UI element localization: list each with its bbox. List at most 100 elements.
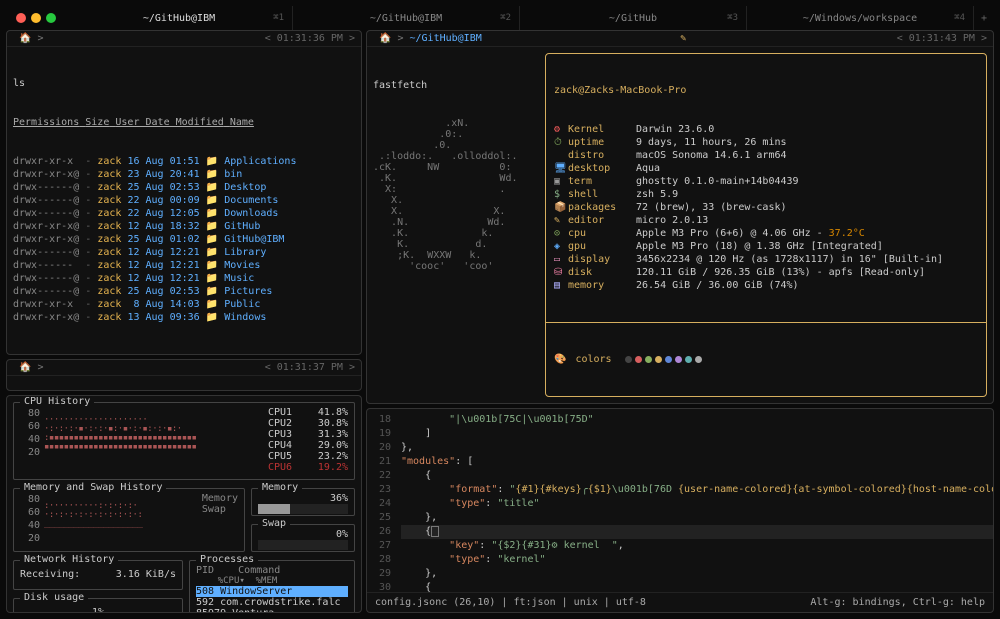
- editor-line[interactable]: 29 },: [367, 567, 993, 581]
- pane-time: < 01:31:43 PM >: [897, 33, 987, 44]
- zoom-icon[interactable]: [46, 13, 56, 23]
- pane-prompt[interactable]: 🏠 > < 01:31:37 PM >: [6, 359, 362, 391]
- color-swatch: [625, 356, 632, 363]
- editor-line[interactable]: 24 "type": "title": [367, 497, 993, 511]
- minimize-icon[interactable]: [31, 13, 41, 23]
- close-icon[interactable]: [16, 13, 26, 23]
- list-item[interactable]: drwxr-xr-x@ - zack 13 Aug 09:36 📁 Window…: [13, 311, 355, 324]
- sysinfo-box: zack@Zacks-MacBook-Pro ⚙KernelDarwin 23.…: [545, 53, 987, 397]
- sysinfo-row: distromacOS Sonoma 14.6.1 arm64: [554, 149, 978, 162]
- list-item[interactable]: drwxr-xr-x@ - zack 23 Aug 20:41 📁 bin: [13, 168, 355, 181]
- home-icon: 🏠: [19, 362, 31, 373]
- cwd-path: ~/GitHub@IBM: [410, 33, 482, 44]
- editor-line[interactable]: 21"modules": [: [367, 455, 993, 469]
- pane-monitor[interactable]: CPU History 80 60 40 20 ················…: [6, 395, 362, 613]
- sysinfo-row: ▤memory26.54 GiB / 36.00 GiB (74%): [554, 279, 978, 292]
- sysinfo-row: 📦packages72 (brew), 33 (brew-cask): [554, 201, 978, 214]
- cpu-item: CPU619.2%: [268, 462, 348, 473]
- network-value: 3.16 KiB/s: [116, 569, 176, 580]
- color-swatch: [655, 356, 662, 363]
- pane-time: < 01:31:36 PM >: [265, 33, 355, 44]
- command-text: ls: [13, 77, 355, 90]
- cpu-item: CPU141.8%: [268, 407, 348, 418]
- window-controls: [6, 13, 66, 23]
- memory-pct: 36%: [330, 493, 348, 504]
- network-label: Receiving:: [20, 569, 80, 580]
- cpu-item: CPU230.8%: [268, 418, 348, 429]
- panel-title: Memory and Swap History: [20, 482, 166, 493]
- editor-line[interactable]: 25 },: [367, 511, 993, 525]
- ls-header: Permissions Size User Date Modified Name: [13, 116, 355, 129]
- list-item[interactable]: drwx------@ - zack 12 Aug 12:21 📁 Music: [13, 272, 355, 285]
- pane-time: < 01:31:37 PM >: [265, 362, 355, 373]
- sysinfo-row: ⛁disk120.11 GiB / 926.35 GiB (13%) - apf…: [554, 266, 978, 279]
- sysinfo-row: ▣termghostty 0.1.0-main+14b04439: [554, 175, 978, 188]
- list-item[interactable]: drwxr-xr-x - zack 16 Aug 01:51 📁 Applica…: [13, 155, 355, 168]
- panel-title: Swap: [258, 518, 290, 529]
- editor-line[interactable]: 22 {: [367, 469, 993, 483]
- cpu-item: CPU331.3%: [268, 429, 348, 440]
- sysinfo-row: ⊙cpuApple M3 Pro (6+6) @ 4.06 GHz - 37.2…: [554, 227, 978, 240]
- sysinfo-row: ⚙KernelDarwin 23.6.0: [554, 123, 978, 136]
- home-icon: 🏠: [19, 33, 31, 44]
- sysinfo-row: $shellzsh 5.9: [554, 188, 978, 201]
- sysinfo-row: ⏱uptime9 days, 11 hours, 26 mins: [554, 136, 978, 149]
- pane-ls[interactable]: 🏠 > < 01:31:36 PM > ls Permissions Size …: [6, 30, 362, 355]
- color-swatch: [645, 356, 652, 363]
- sysinfo-row: ◈gpuApple M3 Pro (18) @ 1.38 GHz [Integr…: [554, 240, 978, 253]
- cpu-item: CPU523.2%: [268, 451, 348, 462]
- color-swatch: [675, 356, 682, 363]
- pane-fastfetch[interactable]: 🏠 > ~/GitHub@IBM ✎ < 01:31:43 PM > fastf…: [366, 30, 994, 404]
- list-item[interactable]: drwx------@ - zack 25 Aug 02:53 📁 Deskto…: [13, 181, 355, 194]
- list-item[interactable]: drwx------@ - zack 22 Aug 00:09 📁 Docume…: [13, 194, 355, 207]
- home-icon: 🏠: [379, 33, 391, 44]
- command-text: fastfetch: [373, 79, 533, 92]
- table-row[interactable]: 592 com.crowdstrike.falc: [196, 597, 348, 608]
- mem-graph: :··········:·:·:·:··:·:·:·:·:·:·:·:·:·:_…: [44, 493, 198, 547]
- editor-line[interactable]: 23 "format": "{#1}{#keys}╭{$1}\u001b[76D…: [367, 483, 993, 497]
- sysinfo-row: ✎editormicro 2.0.13: [554, 214, 978, 227]
- list-item[interactable]: drwx------@ - zack 22 Aug 12:05 📁 Downlo…: [13, 207, 355, 220]
- editor-status-bar: config.jsonc (26,10) | ft:json | unix | …: [367, 592, 993, 612]
- color-swatch: [685, 356, 692, 363]
- table-row[interactable]: 508 WindowServer: [196, 586, 348, 597]
- colors-label: colors: [575, 353, 611, 366]
- pane-editor[interactable]: 18 "|\u001b[75C|\u001b[75D"19 ]20},21"mo…: [366, 408, 994, 613]
- list-item[interactable]: drwx------ - zack 12 Aug 12:21 📁 Movies: [13, 259, 355, 272]
- panel-title: Disk usage: [20, 592, 88, 603]
- status-left: config.jsonc (26,10) | ft:json | unix | …: [375, 597, 646, 608]
- color-swatch: [635, 356, 642, 363]
- panel-title: Processes: [196, 554, 258, 565]
- list-item[interactable]: drwxr-xr-x@ - zack 25 Aug 01:02 📁 GitHub…: [13, 233, 355, 246]
- panel-title: CPU History: [20, 396, 94, 407]
- editor-line[interactable]: 20},: [367, 441, 993, 455]
- editor-line[interactable]: 19 ]: [367, 427, 993, 441]
- sysinfo-row: 🖥desktopAqua: [554, 162, 978, 175]
- editor-line[interactable]: 27 "key": "{$2}{#31}⚙ kernel ",: [367, 539, 993, 553]
- ascii-logo: .xN. .0:. .0. .:loddo:. .olloddol:. .cK.…: [373, 118, 533, 272]
- tab[interactable]: ~/GitHub⌘3: [520, 6, 747, 30]
- tab[interactable]: ~/GitHub@IBM⌘2: [293, 6, 520, 30]
- editor-line[interactable]: 18 "|\u001b[75C|\u001b[75D": [367, 413, 993, 427]
- list-item[interactable]: drwxr-xr-x - zack 8 Aug 14:03 📁 Public: [13, 298, 355, 311]
- swap-pct: 0%: [336, 529, 348, 540]
- status-right: Alt-g: bindings, Ctrl-g: help: [810, 597, 985, 608]
- color-swatch: [665, 356, 672, 363]
- legend-memory: Memory: [202, 493, 238, 504]
- table-row[interactable]: 85979 Ventura: [196, 608, 348, 613]
- editor-line[interactable]: 28 "type": "kernel": [367, 553, 993, 567]
- cpu-graph: ······················:·:·:·▪·:·:·▪:·▪·:…: [44, 407, 264, 475]
- tab[interactable]: ~/Windows/workspace⌘4: [747, 6, 974, 30]
- panel-title: Network History: [20, 554, 118, 565]
- list-item[interactable]: drwx------@ - zack 12 Aug 12:21 📁 Librar…: [13, 246, 355, 259]
- list-item[interactable]: drwxr-xr-x@ - zack 12 Aug 18:32 📁 GitHub: [13, 220, 355, 233]
- sysinfo-row: ▭display3456x2234 @ 120 Hz (as 1728x1117…: [554, 253, 978, 266]
- panel-title: Memory: [258, 482, 302, 493]
- tab[interactable]: ~/GitHub@IBM⌘1: [66, 6, 293, 30]
- editor-line[interactable]: 26 {: [367, 525, 993, 539]
- sysinfo-host: zack@Zacks-MacBook-Pro: [554, 84, 978, 97]
- new-tab-button[interactable]: +: [974, 13, 994, 24]
- editor-line[interactable]: 30 {: [367, 581, 993, 592]
- legend-swap: Swap: [202, 504, 238, 515]
- list-item[interactable]: drwx------@ - zack 25 Aug 02:53 📁 Pictur…: [13, 285, 355, 298]
